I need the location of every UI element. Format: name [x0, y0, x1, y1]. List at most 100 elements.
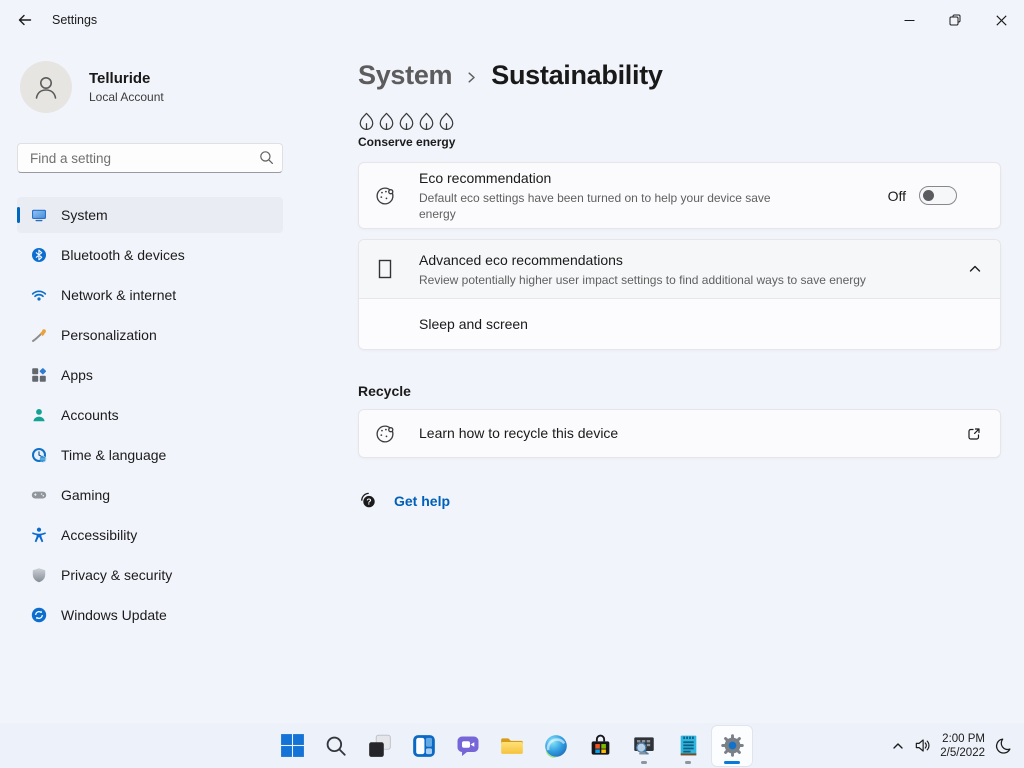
leaf-icon	[419, 112, 434, 130]
leaf-icon	[439, 112, 454, 130]
sidebar-item-gaming[interactable]: Gaming	[17, 477, 283, 513]
window-title: Settings	[52, 13, 98, 27]
titlebar: Settings	[0, 0, 1024, 40]
taskbar-widgets-button[interactable]	[404, 726, 444, 766]
shield-icon	[31, 567, 47, 583]
wifi-icon	[31, 287, 47, 303]
user-profile[interactable]: Telluride Local Account	[17, 61, 283, 113]
sidebar-item-label: Personalization	[61, 327, 157, 343]
sidebar-item-accessibility[interactable]: Accessibility	[17, 517, 283, 553]
sidebar-item-label: Apps	[61, 367, 93, 383]
user-name: Telluride	[89, 70, 151, 87]
page-title: Sustainability	[491, 60, 663, 90]
clock[interactable]: 2:00 PM 2/5/2022	[940, 732, 985, 760]
sidebar-item-network-internet[interactable]: Network & internet	[17, 277, 283, 313]
taskbar-screen-viewer-button[interactable]	[624, 726, 664, 766]
search-box	[17, 143, 283, 173]
sidebar-item-label: Bluetooth & devices	[61, 247, 185, 263]
tray-date: 2/5/2022	[940, 746, 985, 759]
sidebar-item-bluetooth-devices[interactable]: Bluetooth & devices	[17, 237, 283, 273]
tray-chevron-up-icon[interactable]	[891, 739, 905, 753]
sidebar-item-windows-update[interactable]: Windows Update	[17, 597, 283, 633]
toggle-state-label: Off	[887, 187, 906, 204]
external-link-icon	[966, 426, 982, 442]
leaf-icon	[399, 112, 414, 130]
leaf-icon	[379, 112, 394, 130]
chat-icon	[457, 736, 479, 756]
recycle-link-card[interactable]: Learn how to recycle this device	[358, 409, 1001, 458]
clock-icon	[31, 447, 47, 463]
gamepad-icon	[31, 487, 47, 503]
taskbar-edge-button[interactable]	[536, 726, 576, 766]
chevron-up-icon[interactable]	[968, 262, 982, 276]
get-help-link[interactable]: Get help	[394, 493, 450, 509]
sidebar-item-system[interactable]: System	[17, 197, 283, 233]
taskbar-task-view-button[interactable]	[360, 726, 400, 766]
taskbar-settings-button[interactable]	[712, 725, 752, 766]
taskbar-file-explorer-button[interactable]	[492, 726, 532, 766]
sidebar-item-label: Network & internet	[61, 287, 177, 303]
avatar	[20, 61, 72, 113]
search-input[interactable]	[17, 143, 283, 173]
chevron-right-icon	[465, 71, 478, 84]
sidebar-item-personalization[interactable]: Personalization	[17, 317, 283, 353]
night-light-moon-icon[interactable]	[994, 737, 1012, 755]
settings-gear-icon	[720, 734, 744, 757]
advanced-eco-expander: Advanced eco recommendations Review pote…	[358, 239, 1001, 350]
taskbar-store-button[interactable]	[580, 726, 620, 766]
eco-icon	[374, 185, 396, 207]
account-icon	[31, 407, 47, 423]
recycle-section-title: Recycle	[358, 383, 411, 399]
close-button[interactable]	[978, 0, 1024, 40]
update-icon	[31, 607, 47, 623]
notes-icon	[680, 735, 696, 756]
sidebar-item-accounts[interactable]: Accounts	[17, 397, 283, 433]
eco-recommendation-title: Eco recommendation	[419, 170, 552, 186]
advanced-eco-description: Review potentially higher user impact se…	[419, 272, 866, 287]
breadcrumb-system[interactable]: System	[358, 60, 453, 91]
taskbar-start-button[interactable]	[272, 726, 312, 766]
taskbar-search-button[interactable]	[316, 726, 356, 766]
sleep-and-screen-row[interactable]: Sleep and screen	[359, 299, 1000, 349]
eco-recommendation-toggle[interactable]	[919, 186, 957, 205]
tray-time: 2:00 PM	[942, 732, 985, 745]
toggle-knob	[923, 190, 934, 201]
main-content: System Sustainability Conserve energy Ec…	[358, 40, 1001, 723]
sidebar-item-label: System	[61, 207, 108, 223]
store-icon	[591, 734, 609, 755]
sidebar-nav: System Bluetooth & devices Network & int…	[17, 197, 283, 633]
system-tray: 2:00 PM 2/5/2022	[891, 723, 1012, 768]
get-help-row: ? Get help	[358, 491, 1001, 510]
taskbar-notes-button[interactable]	[668, 726, 708, 766]
close-icon	[995, 14, 1007, 26]
conserve-energy-label: Conserve energy	[358, 135, 456, 149]
restore-button[interactable]	[932, 0, 978, 40]
eco-recommendation-description: Default eco settings have been turned on…	[419, 191, 771, 221]
taskbar: 2:00 PM 2/5/2022	[0, 723, 1024, 768]
svg-text:?: ?	[366, 497, 371, 507]
screen-viewer-icon	[634, 736, 654, 754]
eco-recommendation-card: Eco recommendation Default eco settings …	[358, 162, 1001, 229]
restore-icon	[949, 14, 961, 26]
task-view-icon	[369, 734, 391, 757]
sidebar-item-label: Privacy & security	[61, 567, 173, 583]
bluetooth-icon	[31, 247, 47, 263]
back-button[interactable]	[10, 6, 40, 34]
breadcrumb: System Sustainability	[358, 60, 1001, 91]
advanced-eco-header[interactable]: Advanced eco recommendations Review pote…	[359, 240, 1000, 299]
file-explorer-icon	[501, 737, 523, 754]
sidebar-item-label: Windows Update	[61, 607, 167, 623]
taskbar-chat-button[interactable]	[448, 726, 488, 766]
sidebar-item-label: Time & language	[61, 447, 167, 463]
apps-icon	[31, 367, 47, 383]
accessibility-icon	[31, 527, 47, 543]
sidebar-item-privacy-security[interactable]: Privacy & security	[17, 557, 283, 593]
sidebar-item-apps[interactable]: Apps	[17, 357, 283, 393]
sidebar-item-time-language[interactable]: Time & language	[17, 437, 283, 473]
minimize-button[interactable]	[886, 0, 932, 40]
search-icon	[259, 150, 274, 170]
help-icon: ?	[359, 491, 378, 510]
leaf-icon	[359, 112, 374, 130]
volume-icon[interactable]	[914, 737, 931, 754]
minimize-icon	[904, 19, 914, 21]
